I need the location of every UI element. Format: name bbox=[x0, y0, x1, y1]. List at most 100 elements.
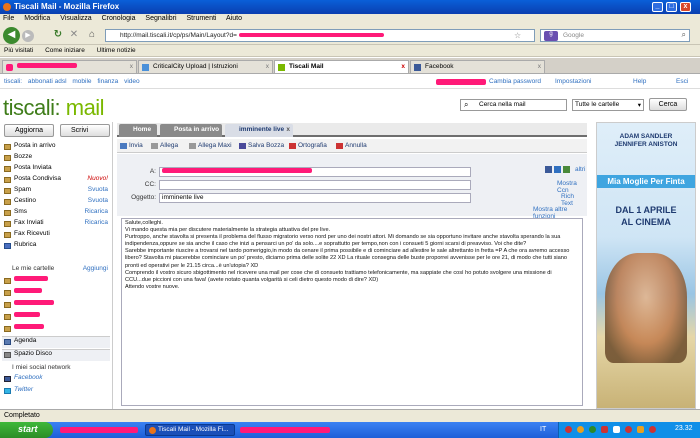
recharge-fax-link[interactable]: Ricarica bbox=[85, 219, 108, 226]
nav-finanza[interactable]: finanza bbox=[97, 78, 118, 85]
mail-search-input[interactable]: ⌕ Cerca nella mail bbox=[460, 99, 567, 111]
empty-spam-link[interactable]: Svuota bbox=[88, 186, 108, 193]
settings-link[interactable]: Impostazioni bbox=[555, 78, 592, 85]
magnifier-icon[interactable]: ⌕ bbox=[682, 30, 686, 40]
folder-spam[interactable]: Spam Svuota bbox=[2, 186, 110, 197]
tray-icon[interactable] bbox=[565, 426, 572, 433]
folder-sms[interactable]: Sms Ricarica bbox=[2, 208, 110, 219]
tray-icon[interactable] bbox=[589, 426, 596, 433]
menu-segnalibri[interactable]: Segnalibri bbox=[145, 15, 176, 22]
rich-text-link[interactable]: Rich Text bbox=[561, 193, 587, 207]
folder-shared[interactable]: Posta Condivisa Nuovo! bbox=[2, 175, 110, 186]
menu-aiuto[interactable]: Aiuto bbox=[226, 15, 242, 22]
clock[interactable]: 23.32 bbox=[675, 425, 693, 432]
nav-tiscali[interactable]: tiscali: bbox=[4, 78, 22, 85]
mail-search-button[interactable]: Cerca bbox=[649, 98, 687, 111]
nav-mobile[interactable]: mobile bbox=[72, 78, 91, 85]
menu-strumenti[interactable]: Strumenti bbox=[187, 15, 217, 22]
change-password-link[interactable]: Cambia password bbox=[489, 78, 541, 85]
back-button[interactable]: ◀ bbox=[3, 27, 20, 44]
attach-button[interactable]: Allega bbox=[151, 142, 178, 149]
nav-adsl[interactable]: abbonati adsl bbox=[28, 78, 67, 85]
to-field[interactable] bbox=[159, 167, 471, 177]
tray-icon[interactable] bbox=[601, 426, 608, 433]
custom-folder[interactable] bbox=[2, 324, 110, 335]
facebook-icon[interactable] bbox=[545, 166, 552, 173]
bookmark-getting-started[interactable]: Come iniziare bbox=[45, 47, 85, 54]
volume-icon[interactable] bbox=[637, 426, 644, 433]
recharge-sms-link[interactable]: Ricarica bbox=[85, 208, 108, 215]
tab-inbox[interactable]: Posta in arrivo bbox=[160, 124, 222, 137]
menu-modifica[interactable]: Modifica bbox=[24, 15, 50, 22]
show-bcc-link[interactable]: Mostra Ccn bbox=[557, 180, 587, 194]
add-folder-link[interactable]: Aggiungi bbox=[83, 265, 108, 272]
empty-trash-link[interactable]: Svuota bbox=[88, 197, 108, 204]
folder-select[interactable]: Tutte le cartelle ▾ bbox=[572, 99, 644, 111]
menu-file[interactable]: File bbox=[3, 15, 14, 22]
contacts-icon[interactable] bbox=[554, 166, 561, 173]
reload-icon[interactable]: ↻ bbox=[52, 29, 64, 41]
folder-sent[interactable]: Posta Inviata bbox=[2, 164, 110, 175]
minimize-button[interactable]: _ bbox=[652, 2, 663, 12]
close-button[interactable]: x bbox=[680, 2, 691, 12]
bookmark-most-visited[interactable]: Più visitati bbox=[4, 47, 33, 54]
send-button[interactable]: Invia bbox=[120, 142, 143, 149]
attach-maxi-button[interactable]: Allega Maxi bbox=[189, 142, 232, 149]
custom-folder[interactable] bbox=[2, 276, 110, 287]
folder-fax-received[interactable]: Fax Ricevuti bbox=[2, 230, 110, 241]
save-draft-button[interactable]: Salva Bozza bbox=[239, 142, 284, 149]
home-icon[interactable]: ⌂ bbox=[86, 29, 98, 41]
language-indicator[interactable]: IT bbox=[540, 426, 546, 433]
refresh-button[interactable]: Aggiorna bbox=[4, 124, 54, 137]
movie-advertisement[interactable]: ADAM SANDLER JENNIFER ANISTON Mia Moglie… bbox=[596, 122, 696, 409]
exit-link[interactable]: Esci bbox=[676, 78, 688, 85]
help-link[interactable]: Help bbox=[633, 78, 646, 85]
spellcheck-button[interactable]: Ortografia bbox=[289, 142, 327, 149]
tab-criticalcity[interactable]: CriticalCity Upload | Istruzioni x bbox=[138, 60, 273, 73]
cc-field[interactable] bbox=[159, 180, 471, 190]
folder-inbox[interactable]: Posta in arrivo bbox=[2, 142, 110, 153]
tab-tiscali-mail[interactable]: Tiscali Mail x bbox=[274, 60, 409, 73]
tab-facebook[interactable]: Facebook x bbox=[410, 60, 545, 73]
social-facebook[interactable]: Facebook bbox=[2, 374, 110, 385]
tray-icon[interactable] bbox=[577, 426, 584, 433]
tab-redacted[interactable]: x bbox=[2, 60, 137, 73]
subject-field[interactable]: imminente live bbox=[159, 193, 471, 203]
bookmark-latest-news[interactable]: Ultime notizie bbox=[97, 47, 136, 54]
bookmark-star-icon[interactable]: ☆ bbox=[514, 31, 521, 40]
close-icon[interactable]: x bbox=[286, 126, 290, 133]
tab-close-icon[interactable]: x bbox=[266, 63, 269, 70]
social-twitter[interactable]: Twitter bbox=[2, 386, 110, 397]
custom-folder[interactable] bbox=[2, 300, 110, 311]
address-bar[interactable]: http://mail.tiscali.it/cp/ps/Main/Layout… bbox=[105, 29, 535, 42]
folder-contacts[interactable]: Rubrica bbox=[2, 241, 110, 252]
stop-icon[interactable]: ✕ bbox=[68, 29, 80, 41]
tab-close-icon[interactable]: x bbox=[538, 63, 541, 70]
forward-button[interactable]: ▶ bbox=[22, 30, 34, 42]
tray-icon[interactable] bbox=[625, 426, 632, 433]
message-body[interactable]: Salute,colleghi. Vi mando questa mia per… bbox=[121, 218, 583, 406]
search-input[interactable]: g Google ⌕ bbox=[540, 29, 690, 42]
menu-visualizza[interactable]: Visualizza bbox=[60, 15, 91, 22]
nav-video[interactable]: video bbox=[124, 78, 140, 85]
tab-close-icon[interactable]: x bbox=[130, 63, 133, 70]
folder-drafts[interactable]: Bozze bbox=[2, 153, 110, 164]
network-icon[interactable] bbox=[613, 426, 620, 433]
disk-space-item[interactable]: Spazio Disco bbox=[2, 349, 110, 361]
start-button[interactable]: start bbox=[0, 422, 53, 438]
tab-close-icon[interactable]: x bbox=[401, 63, 405, 70]
folder-fax-sent[interactable]: Fax Inviati Ricarica bbox=[2, 219, 110, 230]
tray-icon[interactable] bbox=[649, 426, 656, 433]
menu-cronologia[interactable]: Cronologia bbox=[102, 15, 136, 22]
compose-button[interactable]: Scrivi bbox=[60, 124, 110, 137]
agenda-item[interactable]: Agenda bbox=[2, 336, 110, 348]
custom-folder[interactable] bbox=[2, 312, 110, 323]
search-engine-icon[interactable]: g bbox=[544, 31, 558, 41]
tab-home[interactable]: Home bbox=[119, 124, 157, 137]
maximize-button[interactable]: □ bbox=[666, 2, 677, 12]
folder-trash[interactable]: Cestino Svuota bbox=[2, 197, 110, 208]
cancel-button[interactable]: Annulla bbox=[336, 142, 367, 149]
custom-folder[interactable] bbox=[2, 288, 110, 299]
google-icon[interactable] bbox=[563, 166, 570, 173]
tab-compose[interactable]: imminente live x bbox=[225, 124, 293, 137]
